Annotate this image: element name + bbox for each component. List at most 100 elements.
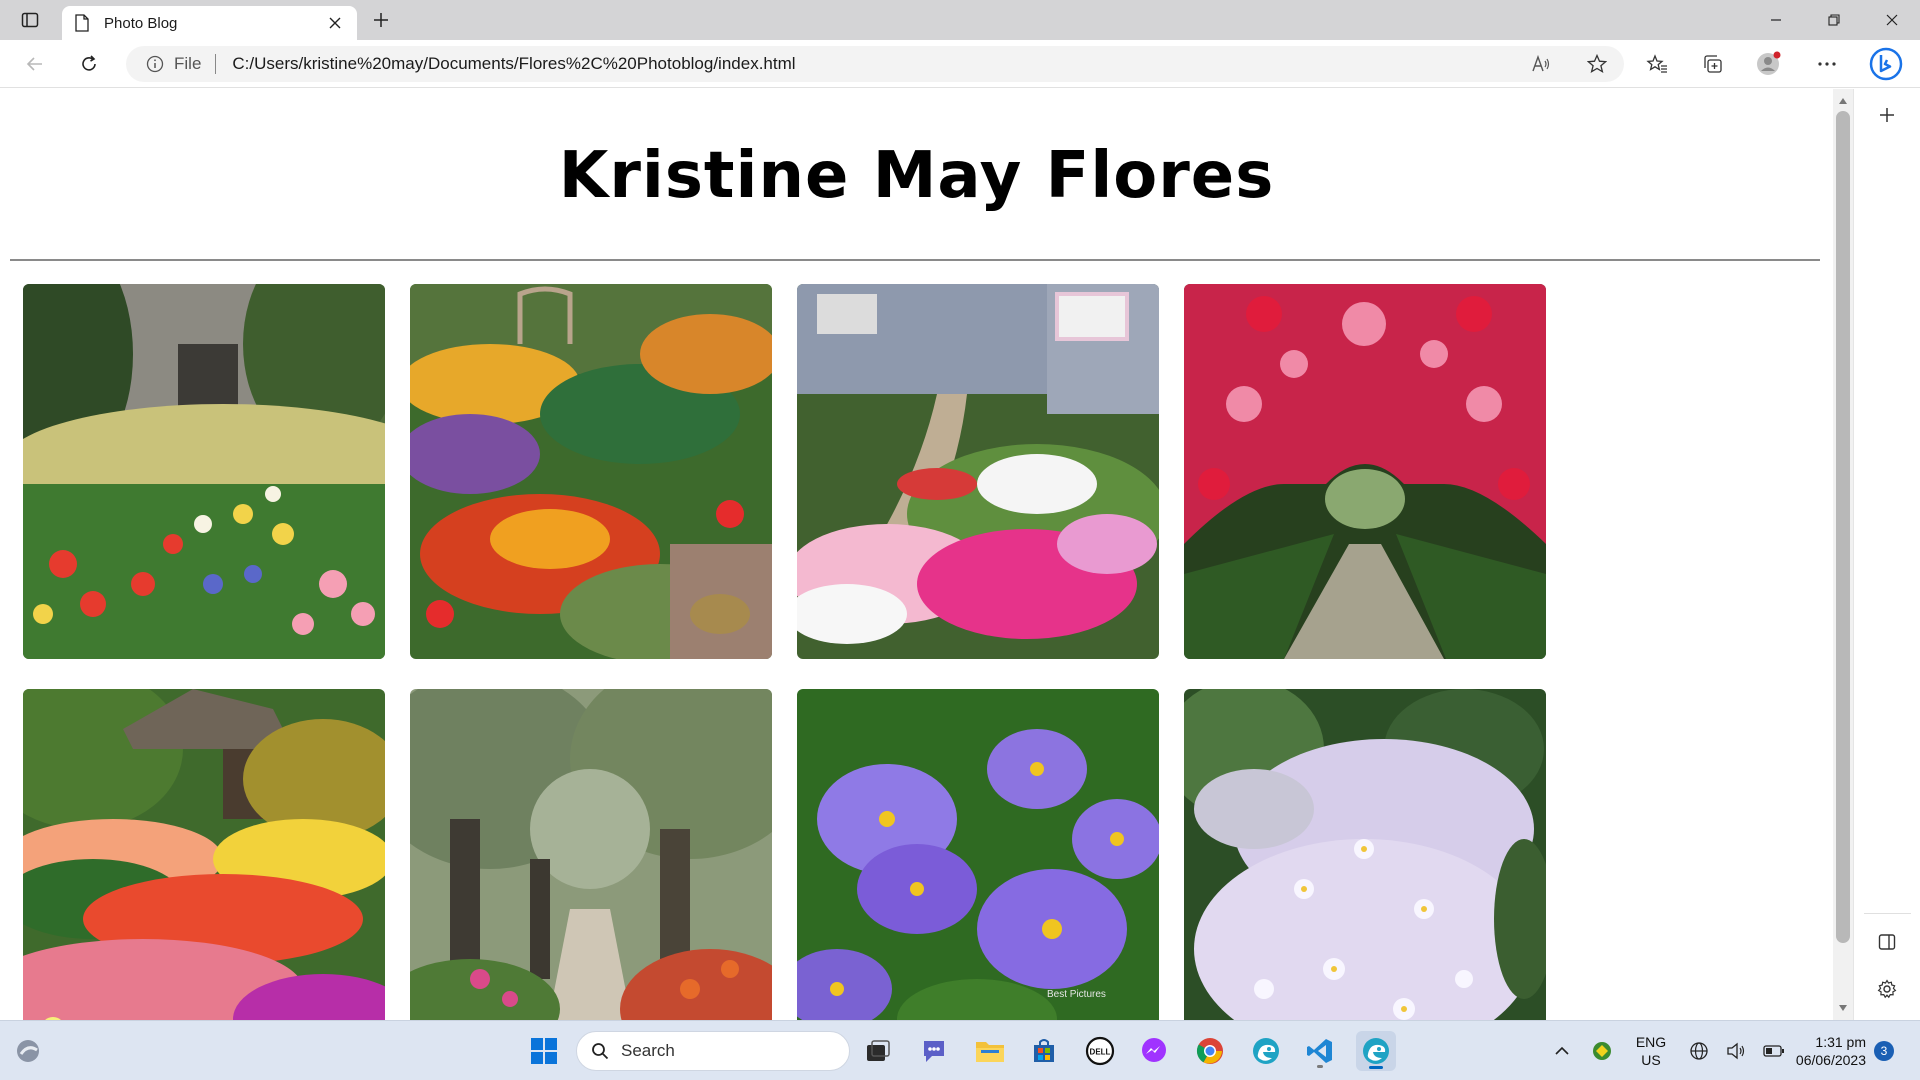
avatar-icon — [1757, 51, 1781, 75]
globe-network-icon — [1690, 1042, 1708, 1060]
clock[interactable]: 1:31 pm 06/06/2023 — [1782, 1033, 1866, 1069]
sidebar-add-button[interactable] — [1872, 100, 1902, 130]
bing-icon — [1869, 47, 1903, 81]
edge-active-button[interactable] — [1356, 1031, 1396, 1071]
start-button[interactable] — [524, 1031, 564, 1071]
weather-widget-icon — [17, 1040, 39, 1062]
page-viewport: Kristine May Flores Best Pictures — [0, 89, 1833, 1020]
page-scrollbar[interactable] — [1833, 89, 1853, 1020]
chrome-icon — [1196, 1038, 1223, 1064]
photo-olive-grove-path[interactable] — [410, 689, 772, 1020]
refresh-button[interactable] — [72, 48, 106, 80]
page-title: Kristine May Flores — [558, 139, 1275, 213]
minimize-button[interactable] — [1748, 0, 1804, 40]
close-window-button[interactable] — [1864, 0, 1920, 40]
address-separator — [215, 54, 217, 74]
gear-icon — [1877, 979, 1897, 999]
address-scheme-label: File — [174, 54, 202, 73]
language-indicator[interactable]: ENG US — [1624, 1033, 1678, 1069]
favorites-icon — [1646, 54, 1667, 73]
chevron-up-icon — [1555, 1046, 1569, 1055]
tray-app-button[interactable] — [1582, 1031, 1622, 1071]
new-tab-button[interactable] — [366, 6, 396, 34]
info-icon — [146, 55, 164, 73]
teams-chat-button[interactable] — [914, 1031, 954, 1071]
minimize-icon — [1771, 19, 1781, 21]
plus-icon — [1880, 108, 1894, 122]
read-aloud-icon — [1532, 55, 1550, 72]
read-aloud-button[interactable] — [1526, 50, 1556, 78]
windows-logo-icon — [531, 1038, 557, 1064]
refresh-icon — [82, 55, 96, 71]
scroll-up-arrow[interactable] — [1837, 95, 1849, 107]
profile-button[interactable] — [1752, 48, 1786, 80]
bing-chat-button[interactable] — [1866, 47, 1906, 81]
title-bar: Photo Blog — [0, 0, 1920, 40]
photo-white-daisies[interactable] — [1184, 689, 1546, 1020]
sidebar-panel-icon — [1878, 934, 1896, 950]
windows-taskbar: Search DELL ENG US 1:31 pm 06/06/2023 3 — [0, 1020, 1920, 1080]
messenger-button[interactable] — [1134, 1031, 1174, 1071]
show-hidden-icons-button[interactable] — [1542, 1031, 1582, 1071]
photo-rose-arch[interactable] — [1184, 284, 1546, 659]
folder-icon — [976, 1042, 1004, 1062]
microsoft-store-button[interactable] — [1024, 1031, 1064, 1071]
title-divider — [10, 259, 1820, 261]
tab-title: Photo Blog — [104, 14, 178, 32]
sidebar-settings-button[interactable] — [1872, 974, 1902, 1004]
volume-icon — [1727, 1042, 1745, 1060]
system-tray-status[interactable] — [1680, 1031, 1794, 1071]
tab-close-button[interactable] — [325, 13, 345, 33]
tab-actions-icon — [21, 12, 39, 28]
hide-sidebar-button[interactable] — [1872, 927, 1902, 957]
store-icon — [1034, 1039, 1054, 1062]
notification-badge[interactable]: 3 — [1874, 1041, 1894, 1061]
page-icon — [75, 14, 89, 32]
tray-app-icon — [1593, 1042, 1611, 1060]
edge-icon — [1253, 1038, 1279, 1064]
region-code: US — [1641, 1052, 1661, 1068]
task-view-button[interactable] — [858, 1031, 898, 1071]
restore-button[interactable] — [1806, 0, 1862, 40]
favorite-star-button[interactable] — [1582, 50, 1612, 78]
messenger-icon — [1142, 1038, 1166, 1062]
clock-date: 06/06/2023 — [1795, 1052, 1866, 1068]
collections-button[interactable] — [1696, 48, 1730, 80]
scroll-thumb[interactable] — [1836, 111, 1850, 943]
triangle-up-icon — [1839, 98, 1847, 104]
back-button[interactable] — [18, 48, 52, 80]
collections-icon — [1704, 55, 1722, 73]
plus-icon — [374, 13, 388, 27]
photo-tulip-beds-shelter[interactable] — [23, 689, 385, 1020]
widgets-button[interactable] — [8, 1031, 48, 1071]
restore-icon — [1828, 14, 1840, 26]
chat-icon — [924, 1041, 944, 1062]
running-indicator — [1317, 1065, 1323, 1068]
photo-tulip-garden[interactable] — [23, 284, 385, 659]
tab-photo-blog[interactable]: Photo Blog — [62, 6, 357, 40]
taskbar-search[interactable]: Search — [576, 1031, 850, 1071]
vscode-button[interactable] — [1300, 1031, 1340, 1071]
language-code: ENG — [1635, 1034, 1667, 1050]
file-explorer-button[interactable] — [970, 1031, 1010, 1071]
browser-toolbar: File C:/Users/kristine%20may/Documents/F… — [0, 40, 1920, 88]
photo-cottage-path[interactable] — [797, 284, 1159, 659]
tab-actions-button[interactable] — [14, 8, 46, 32]
edge-icon — [1363, 1038, 1389, 1064]
chrome-button[interactable] — [1190, 1031, 1230, 1071]
photo-purple-asters[interactable]: Best Pictures — [797, 689, 1159, 1020]
triangle-down-icon — [1839, 1005, 1847, 1011]
edge-pinned-button[interactable] — [1246, 1031, 1286, 1071]
clock-time: 1:31 pm — [1815, 1034, 1866, 1050]
vscode-icon — [1307, 1039, 1332, 1063]
settings-more-button[interactable] — [1810, 48, 1844, 80]
address-bar[interactable]: File C:/Users/kristine%20may/Documents/F… — [126, 46, 1624, 82]
favorites-button[interactable] — [1640, 48, 1674, 80]
search-icon — [592, 1043, 609, 1060]
search-label: Search — [621, 1041, 675, 1060]
close-icon — [329, 17, 341, 29]
photo-vegetable-flower-garden[interactable] — [410, 284, 772, 659]
address-url[interactable]: C:/Users/kristine%20may/Documents/Flores… — [232, 54, 795, 74]
scroll-down-arrow[interactable] — [1837, 1002, 1849, 1014]
dell-app-button[interactable]: DELL — [1080, 1031, 1120, 1071]
